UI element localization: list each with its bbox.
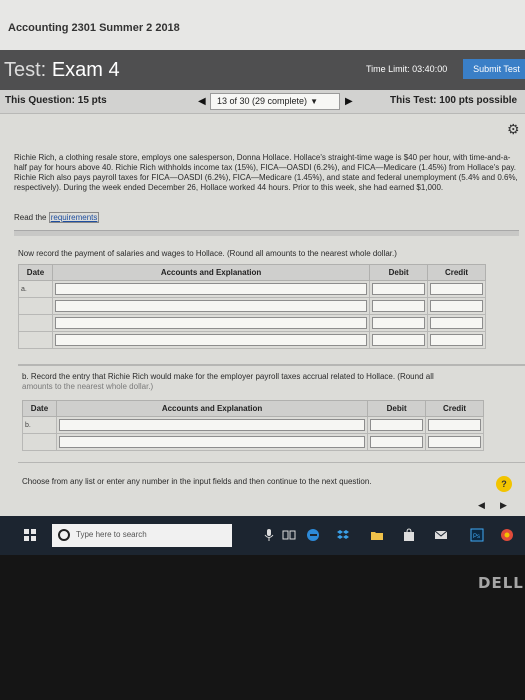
question-points: This Question: 15 pts [5, 95, 107, 106]
course-header: Accounting 2301 Summer 2 2018 [0, 0, 525, 50]
table-row [22, 433, 484, 451]
submit-test-button[interactable]: Submit Test [463, 59, 525, 79]
read-requirements-line: Read the requirements [14, 212, 100, 223]
gear-icon[interactable]: ⚙ [507, 121, 520, 138]
photoshop-icon[interactable]: Ps [470, 528, 484, 542]
debit-input[interactable] [372, 334, 426, 346]
windows-start-icon[interactable] [24, 529, 36, 541]
read-prefix: Read the [14, 213, 47, 222]
requirements-link[interactable]: requirements [48, 212, 100, 223]
credit-header: Credit [427, 264, 486, 281]
account-select[interactable] [54, 334, 368, 346]
row-label: a. [18, 280, 53, 298]
windows-taskbar: Type here to search Ps [0, 516, 525, 555]
table-row: b. [22, 416, 484, 434]
previous-question-arrow-icon[interactable]: ◀ [198, 96, 206, 107]
instruction-text: Now record the payment of salaries and w… [18, 249, 397, 258]
debit-input[interactable] [370, 436, 424, 448]
search-icon [58, 529, 70, 541]
credit-input[interactable] [428, 436, 481, 448]
microphone-icon[interactable] [262, 528, 276, 542]
next-arrow-icon[interactable]: ▶ [500, 500, 507, 511]
accounts-header: Accounts and Explanation [55, 400, 369, 417]
account-select[interactable] [58, 436, 366, 448]
account-select[interactable] [54, 300, 368, 312]
debit-input[interactable] [372, 283, 426, 295]
dropbox-icon[interactable] [336, 528, 350, 542]
table-row [18, 297, 486, 315]
part-b-text-continued: amounts to the nearest whole dollar.) [22, 382, 154, 391]
dell-logo: DELL [478, 574, 524, 592]
chrome-icon[interactable] [500, 528, 514, 542]
search-placeholder: Type here to search [76, 530, 147, 539]
part-b-instruction: b. Record the entry that Richie Rich wou… [22, 372, 502, 392]
question-selector[interactable]: 13 of 30 (29 complete) ▼ [210, 93, 340, 110]
previous-arrow-icon[interactable]: ◀ [478, 500, 485, 511]
help-icon[interactable]: ? [496, 476, 512, 492]
part-b-text: b. Record the entry that Richie Rich wou… [22, 372, 434, 381]
credit-input[interactable] [430, 283, 483, 295]
debit-input[interactable] [372, 317, 426, 329]
course-title: Accounting 2301 Summer 2 2018 [8, 22, 180, 34]
debit-header: Debit [367, 400, 427, 417]
edge-browser-icon[interactable] [306, 528, 320, 542]
store-icon[interactable] [402, 528, 416, 542]
credit-header: Credit [425, 400, 484, 417]
debit-header: Debit [369, 264, 429, 281]
taskbar-search[interactable]: Type here to search [52, 524, 232, 547]
date-header: Date [18, 264, 53, 281]
credit-input[interactable] [430, 300, 483, 312]
debit-input[interactable] [372, 300, 426, 312]
section-separator [18, 364, 525, 366]
svg-text:Ps: Ps [473, 534, 480, 540]
task-view-icon[interactable] [282, 528, 296, 542]
test-bar: Test: Exam 4 Time Limit: 03:40:00 Submit… [0, 50, 525, 90]
table-row [18, 331, 486, 349]
test-title: Test: Exam 4 [4, 59, 120, 82]
test-name: Exam 4 [51, 59, 120, 81]
account-select[interactable] [58, 419, 366, 431]
test-label: Test: [4, 59, 47, 81]
credit-input[interactable] [430, 334, 483, 346]
journal-table-b: Date Accounts and Explanation Debit Cred… [22, 400, 484, 451]
next-question-arrow-icon[interactable]: ▶ [345, 96, 353, 107]
file-explorer-icon[interactable] [370, 528, 384, 542]
account-select[interactable] [54, 283, 368, 295]
time-limit: Time Limit: 03:40:00 [366, 64, 448, 74]
debit-input[interactable] [370, 419, 424, 431]
date-header: Date [22, 400, 57, 417]
accounts-header: Accounts and Explanation [51, 264, 371, 281]
question-progress: 13 of 30 (29 complete) [217, 96, 308, 106]
journal-table-a: Date Accounts and Explanation Debit Cred… [18, 264, 486, 349]
problem-text: Richie Rich, a clothing resale store, em… [14, 153, 518, 192]
test-points: This Test: 100 pts possible [390, 95, 518, 106]
mail-icon[interactable] [434, 528, 448, 542]
dropdown-caret-icon: ▼ [310, 97, 318, 106]
question-bar: This Question: 15 pts ◀ 13 of 30 (29 com… [0, 90, 525, 114]
table-row: a. [18, 280, 486, 298]
section-divider[interactable] [14, 230, 519, 236]
credit-input[interactable] [430, 317, 483, 329]
row-label: b. [22, 416, 57, 434]
screen: Accounting 2301 Summer 2 2018 Test: Exam… [0, 0, 525, 555]
table-row [18, 314, 486, 332]
account-select[interactable] [54, 317, 368, 329]
footer-message: Choose from any list or enter any number… [22, 477, 372, 486]
footer-separator [18, 462, 525, 463]
credit-input[interactable] [428, 419, 481, 431]
